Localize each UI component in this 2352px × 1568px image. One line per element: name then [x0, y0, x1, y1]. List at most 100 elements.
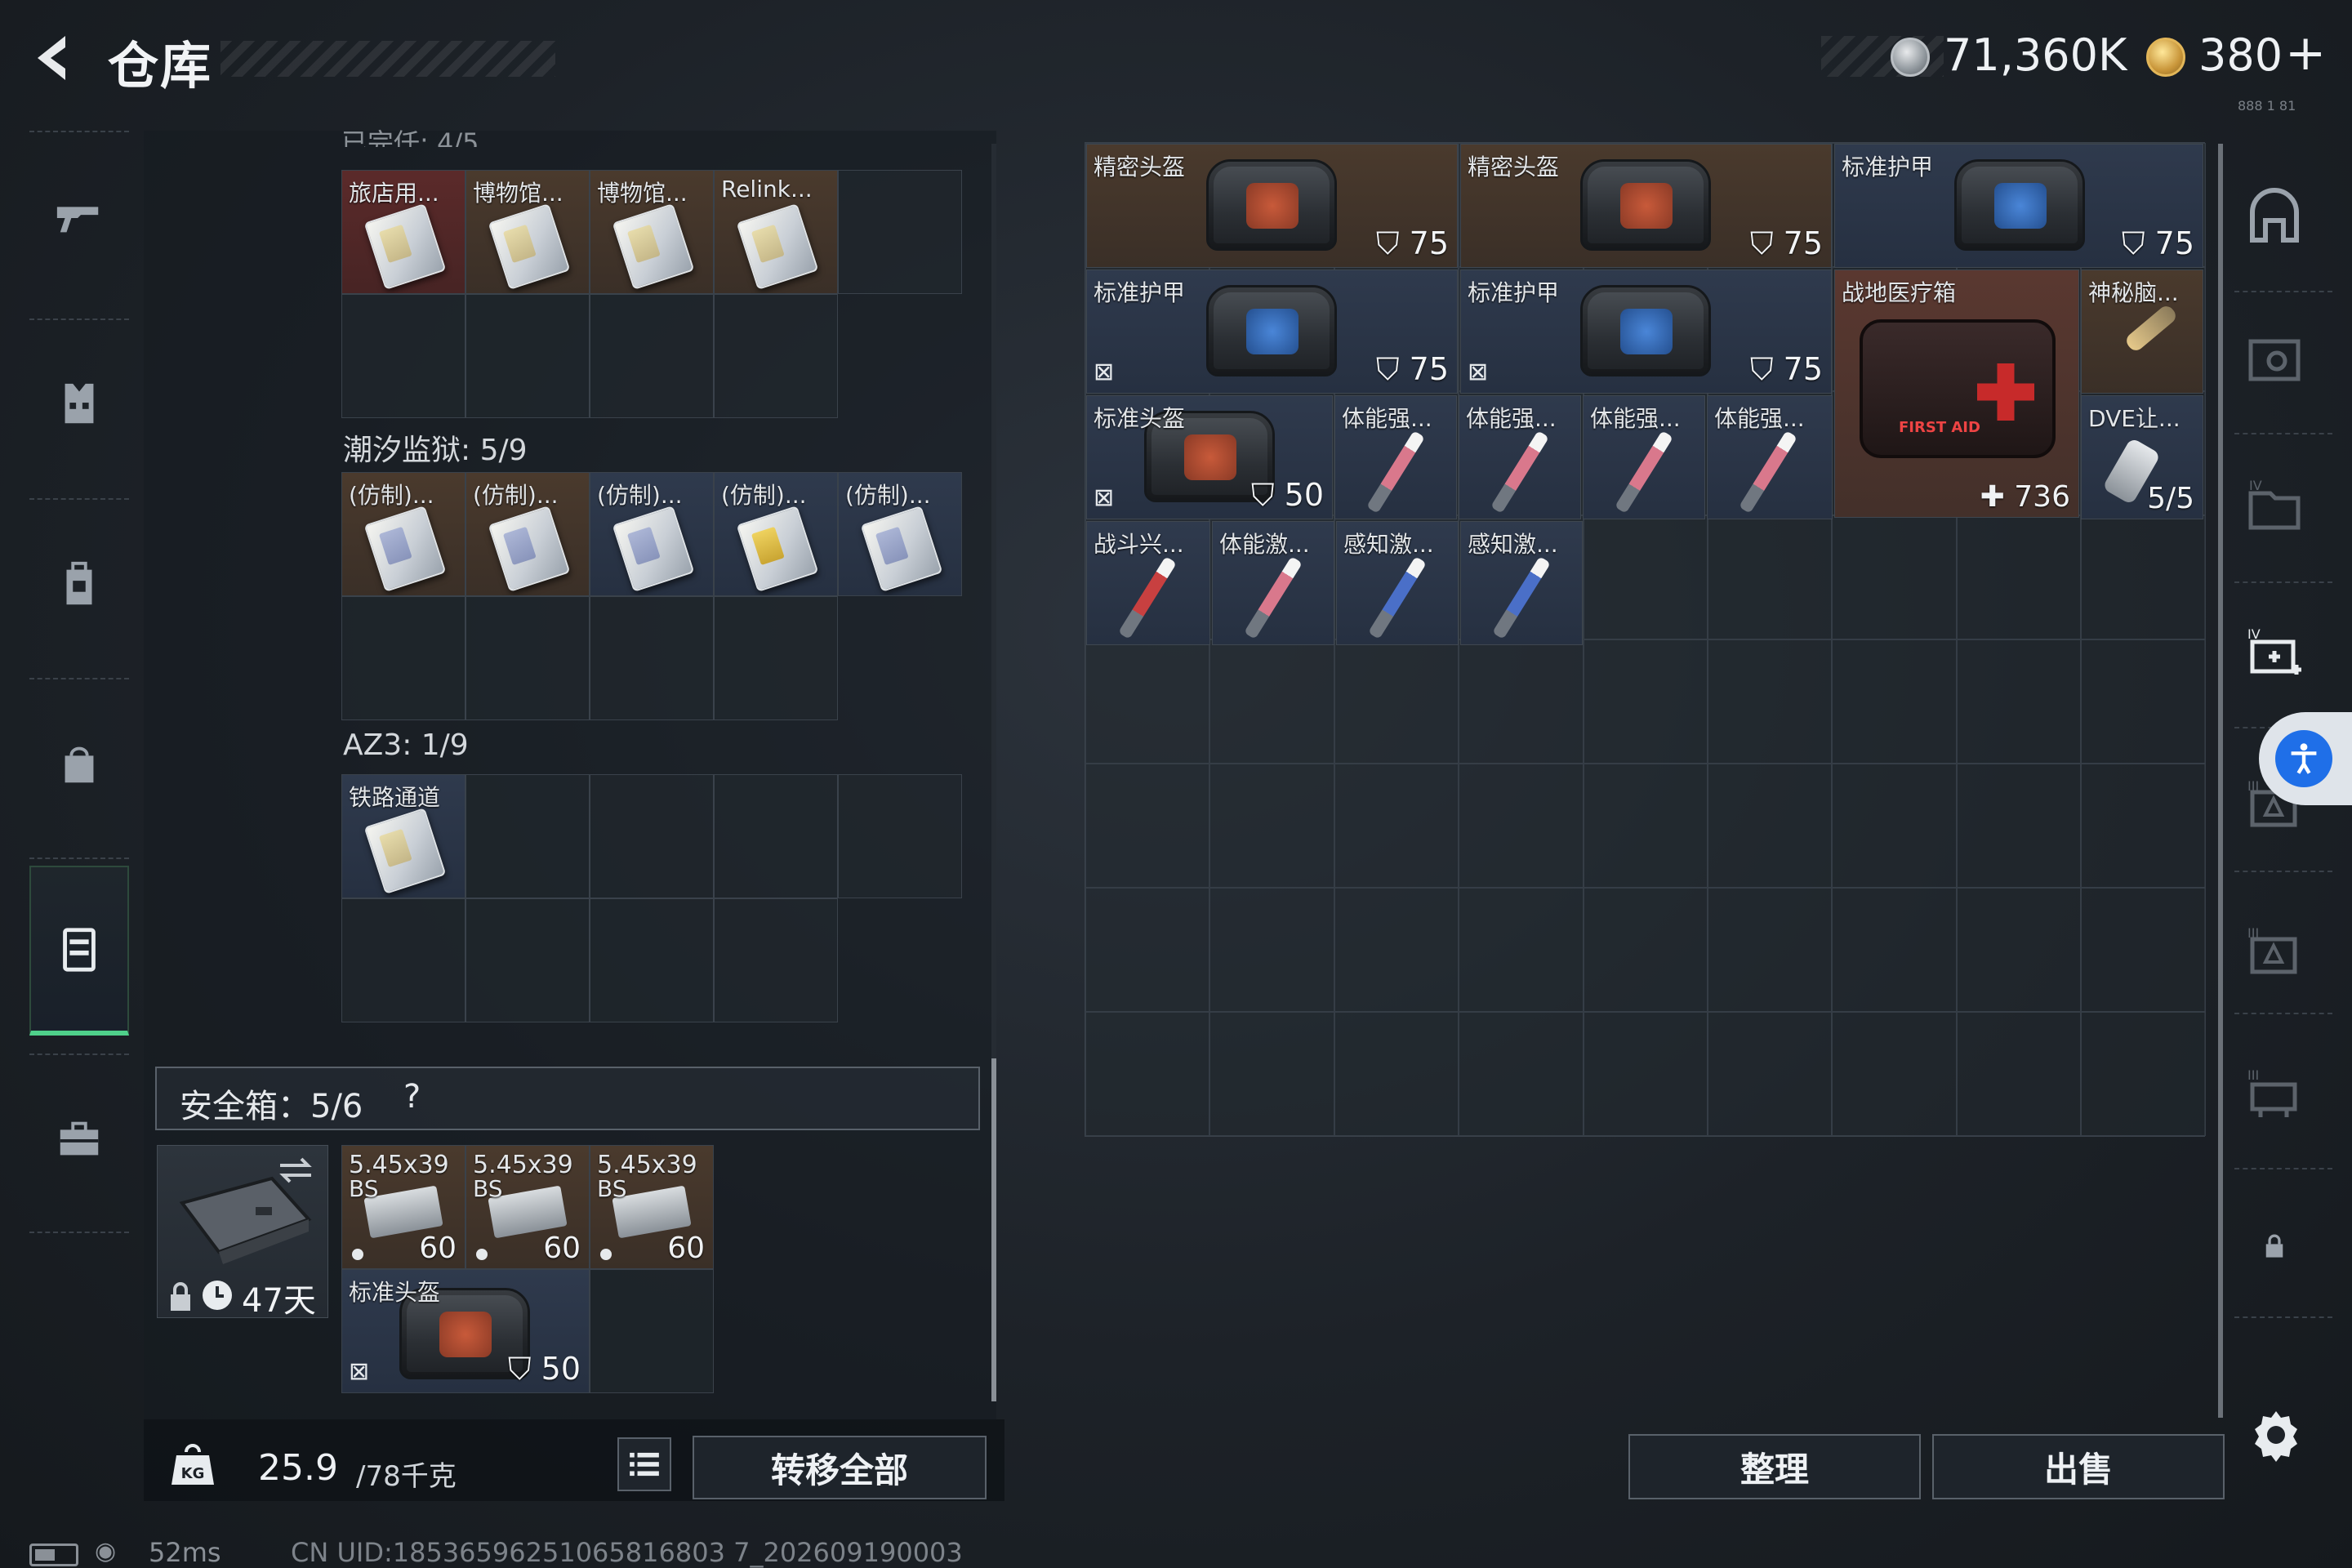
empty-slot [2081, 764, 2206, 888]
sell-button[interactable]: 出售 [1932, 1434, 2225, 1499]
empty-slot [1956, 764, 2082, 888]
keycard-icon [363, 203, 447, 290]
stash-item[interactable]: DVE让... 5/5 [2081, 395, 2203, 519]
ammo-item[interactable]: 5.45x39 BS 60 [341, 1145, 466, 1269]
keycard-item[interactable]: 铁路通道 [341, 774, 466, 898]
keycard-item[interactable]: (仿制)... [341, 472, 466, 596]
transfer-all-button[interactable]: 转移全部 [693, 1436, 987, 1499]
nav-bag[interactable] [29, 686, 129, 841]
stash-tab-3[interactable]: IV [2238, 470, 2311, 544]
stash-tab-6[interactable]: III [2238, 916, 2311, 990]
stash-tools-icon: III [2247, 1067, 2297, 1117]
keycard-icon [363, 808, 447, 894]
stash-item[interactable]: 体能强... [1583, 395, 1705, 519]
list-view-button[interactable] [617, 1437, 671, 1491]
stash-tab-2[interactable] [2238, 323, 2311, 397]
nav-weapon[interactable] [29, 147, 129, 286]
keycard-item[interactable]: (仿制)... [838, 472, 962, 596]
empty-slot [1334, 1012, 1459, 1136]
stash-item[interactable]: 战斗兴... [1086, 521, 1210, 645]
stash-item[interactable]: 神秘脑... [2081, 270, 2203, 394]
shield-icon: ⛉ [1750, 351, 1774, 387]
item-label: 博物馆... [597, 180, 688, 207]
stash-tab-medical[interactable]: IV [2238, 617, 2311, 691]
header-small-text: 888 1 81 [2238, 98, 2296, 114]
empty-slot [2081, 639, 2206, 764]
stash-scrollbar[interactable] [2218, 144, 2223, 1418]
keycard-item[interactable]: (仿制)... [714, 472, 838, 596]
stash-item[interactable]: 体能激... [1212, 521, 1334, 645]
red-cross-icon [1977, 363, 2034, 421]
left-scroll-thumb[interactable] [991, 1058, 996, 1401]
stash-item[interactable]: 标准头盔 ⊠ ⛉ 50 [1086, 395, 1333, 519]
item-label: 铁路通道 [349, 784, 441, 811]
empty-slot [1209, 1012, 1334, 1136]
stash-item[interactable]: 感知激... [1336, 521, 1459, 645]
empty-slot [1209, 888, 1334, 1012]
nav-vest[interactable] [29, 327, 129, 482]
svg-text:KG: KG [181, 1465, 205, 1482]
nav-briefcase[interactable] [29, 1062, 129, 1217]
stash-item[interactable]: 标准护甲 ⊠ ⛉ 75 [1086, 270, 1458, 394]
helmet-icon [1580, 159, 1711, 251]
empty-slot [466, 596, 590, 720]
add-currency-button[interactable]: + [2285, 24, 2326, 82]
safe-grid: 5.45x39 BS 60 5.45x39 BS 60 5.45x39 BS 60 标准头盔… [341, 1145, 714, 1393]
keycard-icon [736, 506, 819, 592]
durability-value: 50 [541, 1351, 581, 1387]
nav-keycard-case[interactable] [29, 866, 129, 1036]
item-label: (仿制)... [721, 482, 807, 509]
keycard-item[interactable]: 旅店用... [341, 170, 466, 294]
help-icon[interactable]: ? [403, 1078, 421, 1116]
keycard-item[interactable]: 博物馆... [466, 170, 590, 294]
sort-button[interactable]: 整理 [1628, 1434, 1921, 1499]
user-uid: CN UID:18536596251065816803 7_2026091900… [291, 1537, 963, 1568]
item-label: 战斗兴... [1094, 531, 1184, 558]
keycard-item[interactable]: 博物馆... [590, 170, 714, 294]
stash-item[interactable]: 标准护甲 ⛉ 75 [1834, 144, 2203, 268]
section-title-1: 已完仟: 4/5 [341, 127, 479, 147]
settings-gear-icon[interactable] [2247, 1406, 2305, 1463]
item-label: 体能激... [1219, 531, 1310, 558]
empty-slot [714, 294, 838, 418]
stash-warning-icon: III [2247, 925, 2297, 974]
left-nav [29, 131, 129, 1233]
accessibility-button[interactable] [2259, 712, 2352, 805]
empty-slot [1707, 515, 1833, 639]
keycard-item[interactable]: (仿制)... [466, 472, 590, 596]
safe-days-remaining: 47天 [242, 1282, 316, 1320]
back-arrow-icon[interactable] [26, 29, 83, 87]
item-label: DVE让... [2088, 405, 2180, 432]
stash-tab-locked[interactable] [2238, 1209, 2311, 1282]
svg-text:IV: IV [2249, 478, 2262, 493]
stash-item[interactable]: 精密头盔 ⛉ 75 [1460, 144, 1832, 268]
helmet-item[interactable]: 标准头盔 ⊠ ⛉ 50 [341, 1269, 590, 1393]
empty-slot [1209, 639, 1334, 764]
medkit-hp: ✚ 736 [1980, 480, 2070, 514]
stash-item[interactable]: 精密头盔 ⛉ 75 [1086, 144, 1458, 268]
keycard-item[interactable]: (仿制)... [590, 472, 714, 596]
stash-item[interactable]: 感知激... [1460, 521, 1583, 645]
item-label: 感知激... [1343, 531, 1434, 558]
keycard-case-icon [63, 928, 96, 972]
stash-item[interactable]: 标准护甲 ⊠ ⛉ 75 [1460, 270, 1832, 394]
medkit-icon: FIRST AID [1860, 319, 2056, 458]
empty-slot [1707, 1012, 1833, 1136]
ammo-item[interactable]: 5.45x39 BS 60 [590, 1145, 714, 1269]
durability: ⛉ 75 [1750, 351, 1823, 388]
keycard-item[interactable]: Relink... [714, 170, 838, 294]
stash-item[interactable]: 体能强... [1707, 395, 1833, 519]
stash-item-medkit[interactable]: 战地医疗箱 FIRST AID ✚ 736 [1834, 270, 2079, 518]
syringe-icon [1492, 556, 1551, 639]
stash-tab-7[interactable]: III [2238, 1058, 2311, 1132]
syringe-icon [2123, 303, 2179, 354]
title-decoration [220, 41, 555, 77]
stash-tab-1[interactable] [2238, 181, 2311, 255]
empty-slot [2081, 1012, 2206, 1136]
currency-silver: 71,360K [1944, 29, 2127, 81]
stash-item[interactable]: 体能强... [1459, 395, 1581, 519]
nav-backpack[interactable] [29, 506, 129, 662]
ammo-item[interactable]: 5.45x39 BS 60 [466, 1145, 590, 1269]
stash-item[interactable]: 体能强... [1334, 395, 1457, 519]
empty-slot [714, 898, 838, 1022]
